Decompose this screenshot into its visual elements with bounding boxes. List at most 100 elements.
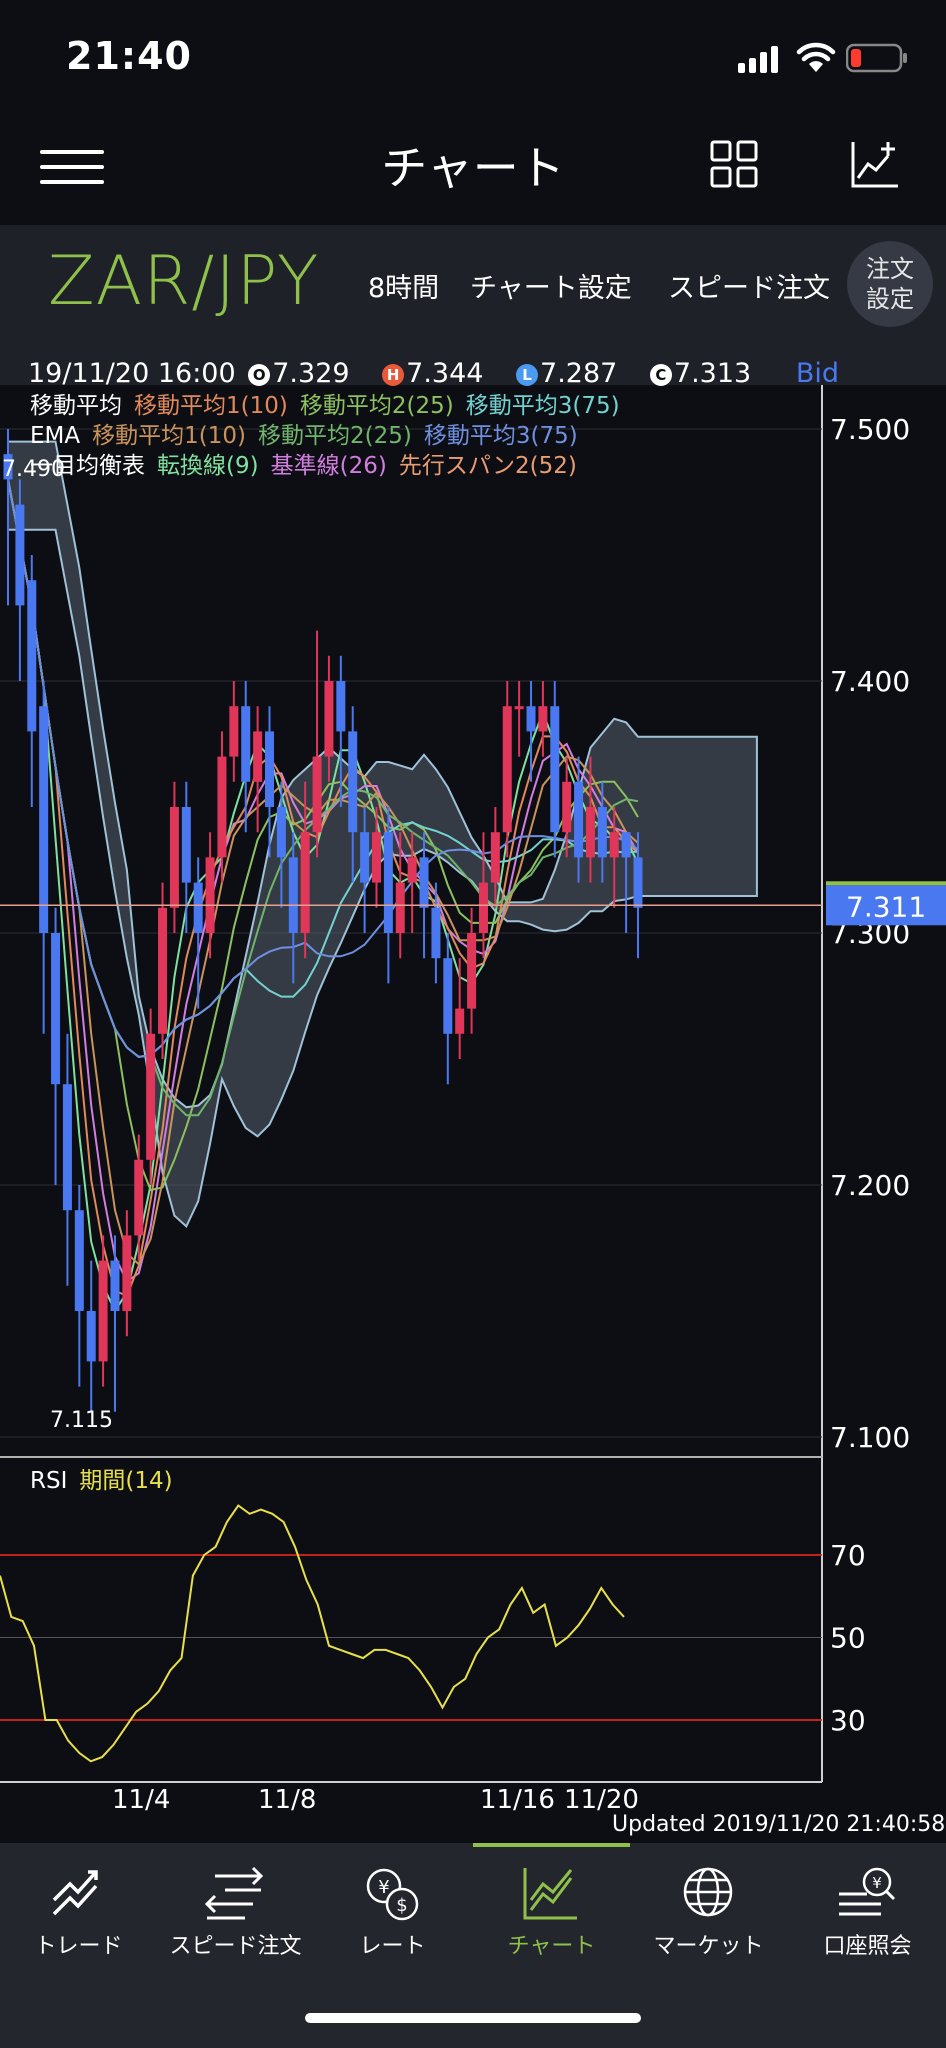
candle-body [407, 857, 417, 883]
globe-icon [683, 1867, 733, 1917]
tab-label: 口座照会 [823, 1934, 912, 1959]
candle-body [39, 706, 49, 933]
price-type: Bid [795, 358, 839, 389]
candle-body [205, 857, 215, 933]
candle-body [288, 857, 298, 933]
candle-body [478, 882, 488, 933]
candle-body [265, 731, 275, 807]
rsi-line [0, 1504, 625, 1763]
candle-body [348, 731, 358, 833]
high-value: 7.344 [406, 358, 484, 389]
candle-body [585, 807, 595, 858]
candle-body [621, 832, 631, 858]
high-badge: H [382, 364, 405, 386]
x-tick-label: 11/4 [112, 1785, 170, 1815]
rsi-label: RSI [30, 1468, 68, 1494]
candle-body [336, 681, 346, 732]
candle-body [181, 807, 191, 883]
candle-body [360, 832, 370, 883]
candle-body [27, 580, 37, 732]
sma-legend: 移動平均 移動平均1(10) 移動平均2(25) 移動平均3(75) [30, 386, 632, 420]
open-badge: O [248, 364, 271, 386]
candle-body [15, 504, 25, 606]
candle-body [74, 1210, 84, 1311]
x-tick-label: 11/20 [564, 1785, 639, 1815]
ohlc-datetime: 19/11/20 16:00 [28, 358, 236, 389]
kijun-label: 基準線(26) [270, 453, 387, 479]
candle-body [490, 832, 500, 883]
candle-body [383, 832, 393, 933]
candle-body [134, 1159, 144, 1236]
home-indicator [305, 2013, 641, 2023]
candle-body [395, 882, 405, 933]
candle-body [514, 706, 524, 710]
y-tick-label: 7.400 [830, 665, 910, 698]
tab-label: レート [359, 1934, 426, 1959]
x-tick-label: 11/16 [480, 1785, 555, 1815]
rsi-period: 期間(14) [79, 1468, 173, 1494]
candle-body [193, 882, 203, 933]
candle-body [562, 781, 572, 833]
y-tick-label: 7.200 [830, 1169, 910, 1202]
tab-label: トレード [34, 1934, 123, 1959]
candle-body [229, 706, 239, 757]
candle-body [169, 807, 179, 908]
candle-body [550, 706, 560, 833]
tab-label: チャート [507, 1934, 596, 1959]
chart-icon [523, 1868, 577, 1920]
candle-body [633, 857, 643, 908]
candle-body [526, 706, 536, 732]
candle-body [110, 1260, 120, 1311]
current-price-badge-accent [826, 881, 946, 886]
svg-text:¥: ¥ [872, 1874, 882, 1892]
svg-text:$: $ [396, 1895, 407, 1916]
candle-body [98, 1260, 108, 1362]
candle-body [122, 1235, 132, 1311]
candle-body [455, 1008, 465, 1034]
candle-body [276, 807, 286, 858]
ichimoku-legend: 一目均衡表 転換線(9) 基準線(26) 先行スパン2(52) [30, 446, 589, 480]
candle-body [146, 1033, 156, 1160]
low-marker-label: 7.115 [50, 1408, 113, 1433]
ohlc-readout: 19/11/20 16:00 O 7.329 H 7.344 L 7.287 C 7.3… [28, 358, 839, 389]
candle-body [502, 706, 512, 833]
speed-order-icon [205, 1866, 264, 1920]
rsi-tick-label: 30 [830, 1704, 866, 1737]
candle-body [371, 832, 381, 883]
candle-body [538, 706, 548, 732]
tenkan-label: 転換線(9) [157, 453, 259, 479]
ichimoku-cloud [7, 440, 758, 1229]
y-tick-label: 7.500 [830, 413, 910, 446]
ema-legend: EMA 移動平均1(10) 移動平均2(25) 移動平均3(75) [30, 416, 590, 450]
svg-text:¥: ¥ [378, 1877, 389, 1898]
candle-body [62, 1084, 72, 1211]
x-tick-label: 11/8 [258, 1785, 316, 1815]
active-tab-indicator [473, 1843, 630, 1847]
rate-icon: ¥ $ [366, 1868, 419, 1921]
candle-body [597, 807, 607, 858]
candle-body [574, 781, 584, 858]
rsi-legend: RSI 期間(14) [30, 1461, 185, 1495]
candle-body [51, 933, 61, 1085]
low-badge: L [516, 364, 539, 386]
ichimoku-label: 一目均衡表 [30, 453, 145, 479]
candle-body [324, 681, 334, 757]
tab-label: スピード注文 [169, 1934, 302, 1959]
candle-body [312, 756, 322, 833]
candle-body [241, 706, 251, 782]
price-chart[interactable]: 7.5007.4007.3007.2007.1007.3117.4907.115… [0, 0, 946, 1843]
candle-body [253, 731, 263, 782]
tab-label: マーケット [653, 1934, 764, 1959]
candle-body [443, 958, 453, 1034]
span2-label: 先行スパン2(52) [398, 453, 577, 479]
candle-body [217, 756, 227, 858]
candle-body [158, 907, 168, 1034]
updated-timestamp: Updated 2019/11/20 21:40:58 [612, 1812, 946, 1837]
candle-body [431, 907, 441, 959]
close-badge: C [649, 364, 672, 386]
candle-body [419, 857, 429, 908]
close-value: 7.313 [673, 358, 752, 389]
candle-body [609, 832, 619, 858]
candle-body [467, 933, 477, 1009]
rsi-tick-label: 70 [830, 1539, 866, 1572]
